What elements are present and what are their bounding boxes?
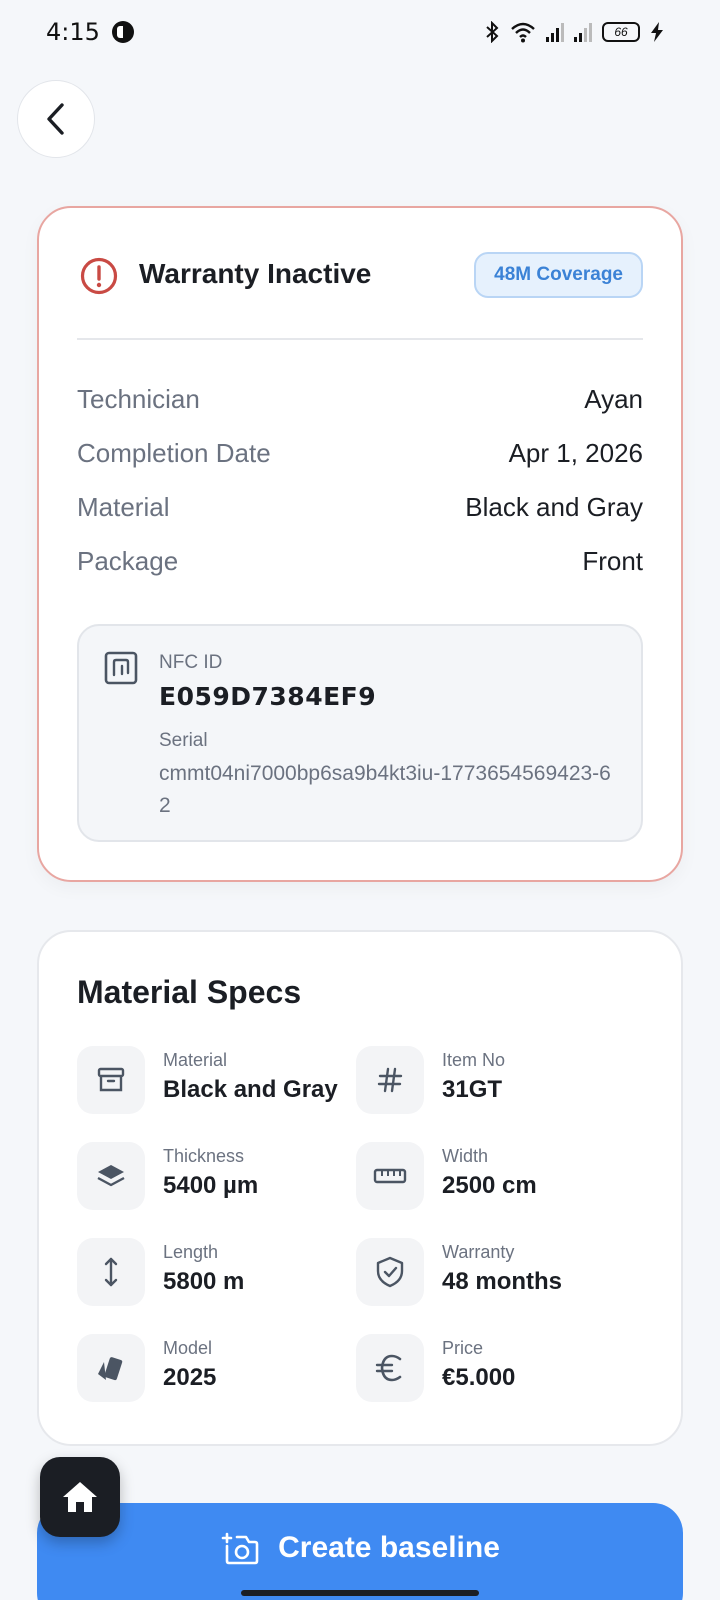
warranty-header: Warranty Inactive 48M Coverage [79, 248, 643, 302]
serial-label: Serial [159, 730, 208, 751]
info-value: Ayan [584, 384, 643, 414]
gesture-bar[interactable] [241, 1590, 479, 1596]
spec-label: Price [442, 1338, 484, 1358]
shield-check-icon [356, 1238, 424, 1306]
home-button[interactable] [40, 1457, 120, 1537]
spec-label: Width [442, 1146, 489, 1166]
archive-icon [77, 1046, 145, 1114]
spec-label: Model [163, 1338, 213, 1358]
spec-value: 5800 m [163, 1268, 245, 1295]
info-label: Technician [77, 384, 200, 414]
divider [77, 338, 643, 340]
info-row-technician: Technician Ayan [77, 380, 643, 420]
warranty-status-title: Warranty Inactive [139, 258, 372, 289]
spec-label: Item No [442, 1050, 506, 1070]
spec-model: Model 2025 [77, 1334, 357, 1402]
spec-item-no: Item No 31GT [356, 1046, 636, 1114]
spec-label: Warranty [442, 1242, 515, 1262]
swatch-icon [77, 1334, 145, 1402]
nfc-id-value: E059D7384EF9 [159, 682, 377, 711]
info-row-material: Material Black and Gray [77, 488, 643, 528]
spec-label: Length [163, 1242, 219, 1262]
serial-value: cmmt04ni7000bp6sa9b4kt3iu-1773654569423-… [159, 762, 611, 817]
spec-label: Material [163, 1050, 228, 1070]
spec-value: 48 months [442, 1268, 563, 1295]
info-value: Front [582, 546, 643, 576]
info-value: Apr 1, 2026 [508, 438, 643, 468]
status-icons: 66 [484, 20, 664, 44]
wifi-icon [511, 22, 535, 43]
spec-value: 31GT [442, 1076, 503, 1103]
coverage-badge: 48M Coverage [474, 252, 643, 298]
vertical-arrows-icon [77, 1238, 145, 1306]
spec-thickness: Thickness 5400 µm [77, 1142, 357, 1210]
euro-icon [356, 1334, 424, 1402]
spec-warranty: Warranty 48 months [356, 1238, 636, 1306]
status-bar: 4:15 66 [0, 0, 720, 64]
spec-value: Black and Gray [163, 1076, 338, 1103]
info-label: Completion Date [77, 438, 271, 468]
nfc-icon [104, 651, 138, 685]
signal-icon-2 [574, 22, 592, 42]
spec-value: 5400 µm [163, 1172, 259, 1199]
spec-material: Material Black and Gray [77, 1046, 357, 1114]
hash-icon [356, 1046, 424, 1114]
camera-plus-icon [221, 1532, 259, 1565]
spec-width: Width 2500 cm [356, 1142, 636, 1210]
battery-icon: 66 [602, 22, 640, 42]
nfc-id-label: NFC ID [159, 652, 223, 673]
ruler-icon [356, 1142, 424, 1210]
info-label: Package [77, 546, 179, 576]
warranty-card: Warranty Inactive 48M Coverage Technicia… [37, 206, 683, 882]
back-button[interactable] [17, 80, 95, 158]
create-baseline-label: Create baseline [278, 1531, 500, 1564]
spec-value: €5.000 [442, 1364, 516, 1391]
info-row-completion-date: Completion Date Apr 1, 2026 [77, 434, 643, 474]
material-specs-card: Material Specs Material Black and Gray I… [37, 930, 683, 1446]
spec-length: Length 5800 m [77, 1238, 357, 1306]
signal-icon [546, 22, 564, 42]
app-notification-icon [112, 21, 134, 43]
spec-label: Thickness [163, 1146, 245, 1166]
info-row-package: Package Front [77, 542, 643, 582]
layers-icon [77, 1142, 145, 1210]
create-baseline-button[interactable]: Create baseline [37, 1503, 683, 1600]
section-title: Material Specs [77, 974, 302, 1010]
home-icon [63, 1482, 97, 1512]
spec-price: Price €5.000 [356, 1334, 636, 1402]
chevron-left-icon [47, 103, 64, 135]
alert-circle-icon [80, 257, 118, 295]
info-label: Material [77, 492, 170, 522]
nfc-info-box: NFC ID E059D7384EF9 Serial cmmt04ni7000b… [77, 624, 643, 842]
charging-icon [651, 22, 663, 42]
info-value: Black and Gray [465, 492, 643, 522]
spec-value: 2025 [163, 1364, 217, 1391]
spec-value: 2500 cm [442, 1172, 537, 1199]
bluetooth-icon [486, 21, 499, 43]
status-time: 4:15 [46, 18, 100, 46]
